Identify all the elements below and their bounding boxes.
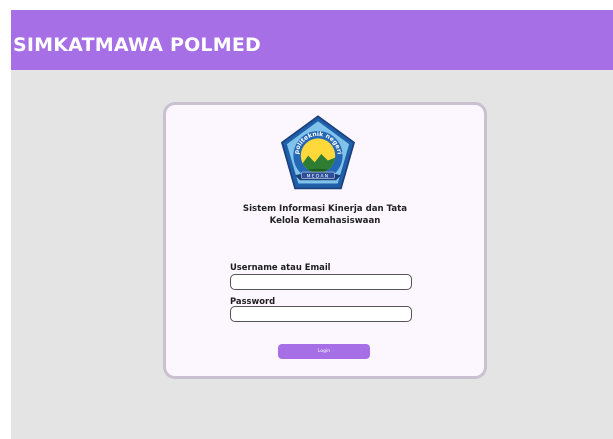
system-title-line2: Kelola Kemahasiswaan — [269, 216, 381, 226]
system-title-line1: Sistem Informasi Kinerja dan Tata — [242, 204, 408, 214]
username-label: Username atau Email — [230, 262, 331, 272]
password-input[interactable] — [230, 306, 412, 322]
app-title: SIMKATMAWA POLMED — [13, 34, 261, 56]
top-bar: SIMKATMAWA POLMED — [11, 10, 613, 70]
password-label: Password — [230, 296, 276, 306]
app-window: SIMKATMAWA POLMED politeknik negeri MEDA… — [11, 10, 613, 439]
login-card: politeknik negeri MEDAN Sistem Informasi… — [163, 102, 487, 379]
system-title: Sistem Informasi Kinerja dan Tata Kelola… — [166, 203, 484, 227]
polmed-logo: politeknik negeri MEDAN — [280, 115, 356, 190]
login-button[interactable]: Login — [278, 344, 370, 359]
svg-text:MEDAN: MEDAN — [307, 173, 330, 179]
username-input[interactable] — [230, 274, 412, 290]
